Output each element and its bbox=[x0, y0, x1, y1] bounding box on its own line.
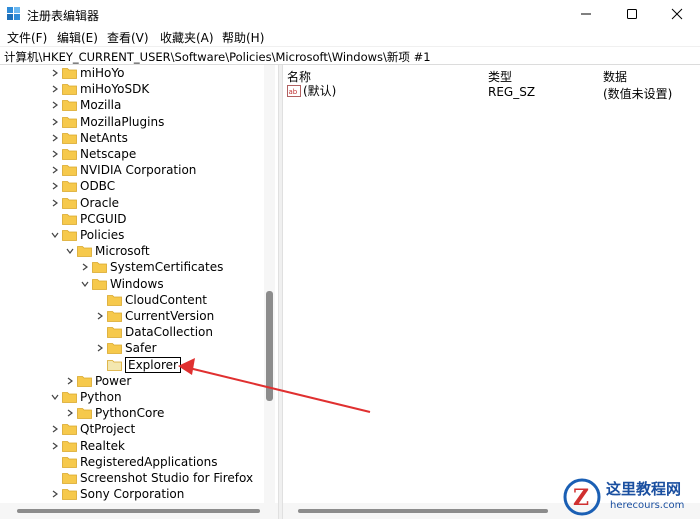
watermark-text: 这里教程网 bbox=[606, 480, 682, 498]
watermark-url: herecours.com bbox=[610, 500, 685, 511]
annotation-arrow bbox=[178, 358, 371, 413]
watermark-logo-icon: Z bbox=[563, 478, 601, 516]
svg-text:Z: Z bbox=[573, 485, 589, 511]
site-watermark: Z 这里教程网 herecours.com bbox=[560, 474, 700, 519]
